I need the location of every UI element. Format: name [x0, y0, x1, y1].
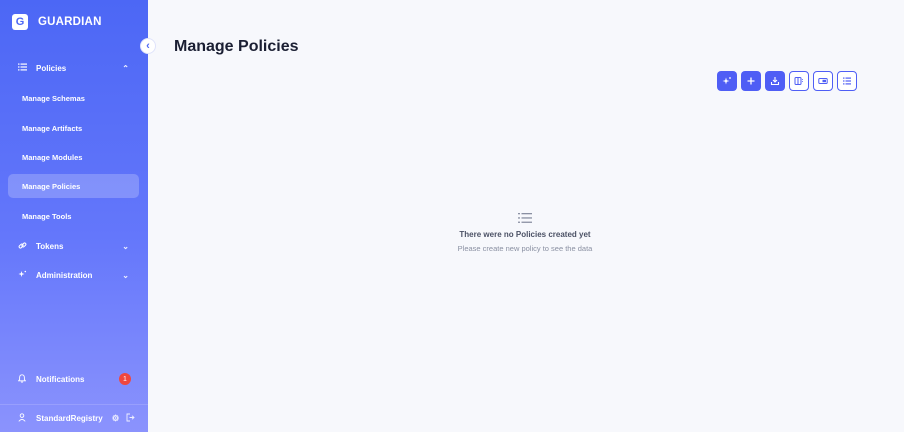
- ai-suggest-button[interactable]: [717, 71, 737, 91]
- sidebar: G GUARDIAN Policies ⌃ Manage Schemas Man…: [0, 0, 148, 432]
- nav-policies[interactable]: Policies ⌃: [8, 56, 139, 80]
- link-icon: [16, 241, 28, 252]
- logout-icon[interactable]: [126, 413, 135, 424]
- sidebar-item-manage-modules[interactable]: Manage Modules: [8, 145, 139, 169]
- import-policy-button[interactable]: [765, 71, 785, 91]
- bell-icon: [16, 373, 28, 385]
- create-policy-button[interactable]: [741, 71, 761, 91]
- chevron-down-icon: ⌄: [122, 241, 129, 251]
- sidebar-item-label: Manage Artifacts: [22, 123, 83, 133]
- page-title: Manage Policies: [174, 38, 299, 55]
- sidebar-item-label: Manage Policies: [22, 181, 81, 191]
- compare-policies-button[interactable]: [789, 71, 809, 91]
- empty-state-title: There were no Policies created yet: [459, 230, 591, 239]
- sparkle-icon: [16, 270, 28, 281]
- brand[interactable]: G GUARDIAN: [12, 14, 102, 30]
- policy-list-view-button[interactable]: [837, 71, 857, 91]
- list-icon: [16, 63, 28, 73]
- chevron-down-icon: ⌄: [122, 270, 129, 280]
- policy-wizard-button[interactable]: [813, 71, 833, 91]
- nav-tokens[interactable]: Tokens ⌄: [8, 234, 139, 258]
- chevron-up-icon: ⌃: [122, 63, 129, 73]
- nav-administration-label: Administration: [36, 270, 93, 280]
- import-icon: [770, 77, 780, 86]
- collapse-sidebar-button[interactable]: ‹: [140, 38, 156, 54]
- nav-tokens-label: Tokens: [36, 241, 64, 251]
- sidebar-item-label: Manage Schemas: [22, 93, 85, 103]
- nav-administration[interactable]: Administration ⌄: [8, 263, 139, 287]
- sidebar-item-label: Manage Modules: [22, 152, 83, 162]
- settings-gear-icon[interactable]: ⚙: [112, 413, 120, 424]
- empty-state: There were no Policies created yet Pleas…: [400, 212, 650, 253]
- notification-badge: 1: [119, 373, 131, 385]
- compare-icon: [794, 77, 803, 85]
- user-icon: [16, 413, 28, 424]
- list-icon: [843, 77, 851, 85]
- plus-icon: [747, 77, 755, 85]
- sidebar-item-manage-artifacts[interactable]: Manage Artifacts: [8, 116, 139, 140]
- user-name: StandardRegistry: [36, 414, 103, 423]
- guardian-logo-icon: G: [12, 14, 28, 30]
- empty-state-subtitle: Please create new policy to see the data: [457, 244, 593, 253]
- user-row[interactable]: StandardRegistry ⚙: [0, 404, 148, 432]
- policy-toolbar: [717, 71, 857, 91]
- wizard-icon: [818, 78, 828, 84]
- nav-policies-label: Policies: [36, 63, 67, 73]
- app-name: GUARDIAN: [38, 16, 102, 28]
- ai-sparkle-icon: [722, 77, 731, 85]
- sidebar-item-manage-tools[interactable]: Manage Tools: [8, 204, 139, 228]
- sidebar-item-manage-policies[interactable]: Manage Policies: [8, 174, 139, 198]
- sidebar-item-manage-schemas[interactable]: Manage Schemas: [8, 86, 139, 110]
- sidebar-item-label: Manage Tools: [22, 211, 72, 221]
- nav-notifications-label: Notifications: [36, 374, 85, 384]
- empty-list-icon: [400, 212, 650, 224]
